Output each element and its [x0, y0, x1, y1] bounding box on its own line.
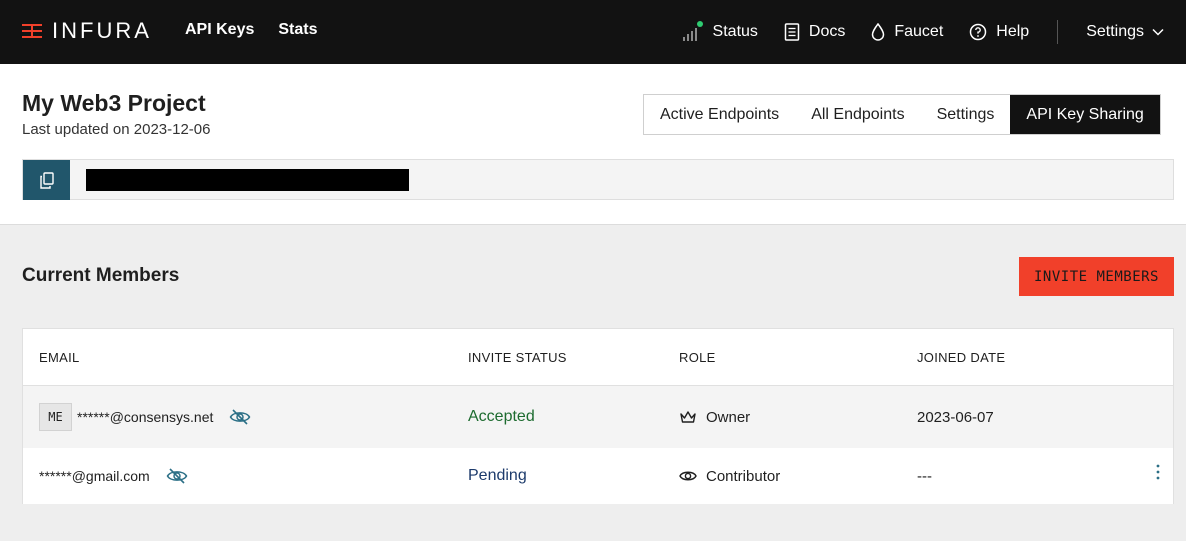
joined-date-cell: 2023-06-07 — [917, 402, 994, 432]
nav-api-keys[interactable]: API Keys — [185, 21, 254, 39]
invite-status-cell: Accepted — [468, 402, 535, 432]
invite-members-button[interactable]: INVITE MEMBERS — [1019, 257, 1174, 296]
role-label: Owner — [706, 408, 751, 426]
secondary-nav: Status Docs Faucet Help Settings — [682, 0, 1186, 64]
settings-dropdown[interactable]: Settings — [1086, 23, 1164, 41]
section-title-members: Current Members — [22, 265, 180, 286]
member-email: ******@consensys.net — [77, 409, 214, 425]
joined-date-cell: --- — [917, 461, 932, 491]
members-table: EMAIL INVITE STATUS ROLE JOINED DATE ME … — [22, 328, 1174, 504]
column-header-email: EMAIL — [39, 350, 80, 365]
tab-api-key-sharing[interactable]: API Key Sharing — [1010, 95, 1160, 134]
api-key-field — [22, 159, 1174, 200]
member-email: ******@gmail.com — [39, 468, 150, 484]
column-header-joined-date: JOINED DATE — [917, 350, 1006, 365]
nav-divider — [1057, 20, 1059, 44]
infura-logo[interactable]: INFURA — [22, 18, 152, 43]
nav-help-label: Help — [996, 23, 1030, 40]
signal-status-icon — [682, 21, 703, 41]
nav-status-label: Status — [712, 23, 758, 40]
nav-help[interactable]: Help — [969, 23, 1029, 41]
nav-docs-label: Docs — [808, 23, 846, 40]
column-header-role: ROLE — [679, 350, 716, 365]
nav-status[interactable]: Status — [682, 21, 758, 43]
last-updated-text: Last updated on 2023-12-06 — [22, 121, 211, 138]
eye-icon — [679, 469, 697, 483]
invite-status-cell: Pending — [468, 461, 527, 491]
column-header-invite-status: INVITE STATUS — [468, 350, 567, 365]
role-cell: Contributor — [679, 461, 780, 491]
document-icon — [784, 23, 800, 41]
project-header: My Web3 Project Last updated on 2023-12-… — [0, 64, 1186, 225]
project-title: My Web3 Project — [22, 90, 206, 116]
nav-faucet-label: Faucet — [894, 23, 944, 40]
infura-logo-icon — [22, 24, 42, 38]
tab-settings[interactable]: Settings — [921, 95, 1011, 134]
joined-date: 2023-06-07 — [917, 408, 994, 426]
table-row: ME ******@consensys.net Accepted Owner 2… — [23, 386, 1173, 448]
project-tabs: Active Endpoints All Endpoints Settings … — [643, 94, 1161, 135]
help-circle-icon — [970, 23, 987, 41]
joined-date: --- — [917, 467, 932, 485]
role-cell: Owner — [679, 402, 750, 432]
copy-icon — [39, 171, 54, 189]
eye-off-icon[interactable] — [166, 467, 188, 485]
me-badge: ME — [39, 403, 72, 431]
top-navigation: INFURA API Keys Stats Status Docs Faucet… — [0, 0, 1186, 64]
nav-stats[interactable]: Stats — [278, 21, 317, 39]
eye-off-icon[interactable] — [229, 408, 251, 426]
table-row: ******@gmail.com Pending Contributor --- — [23, 448, 1173, 504]
tab-active-endpoints[interactable]: Active Endpoints — [644, 95, 795, 134]
tab-all-endpoints[interactable]: All Endpoints — [795, 95, 920, 134]
row-actions-kebab-icon[interactable] — [1156, 464, 1160, 485]
droplet-icon — [872, 23, 885, 41]
crown-icon — [679, 409, 697, 425]
email-cell: ME ******@consensys.net — [39, 402, 251, 432]
email-cell: ******@gmail.com — [39, 461, 188, 491]
settings-dropdown-label: Settings — [1086, 23, 1144, 40]
role-label: Contributor — [706, 467, 781, 485]
status-accepted: Accepted — [468, 408, 535, 425]
chevron-down-icon — [1152, 28, 1164, 36]
api-key-redacted — [86, 169, 409, 191]
primary-nav: API Keys Stats — [185, 21, 318, 39]
nav-faucet[interactable]: Faucet — [871, 23, 943, 41]
nav-docs[interactable]: Docs — [784, 23, 845, 41]
table-header: EMAIL INVITE STATUS ROLE JOINED DATE — [23, 329, 1173, 386]
status-pending: Pending — [468, 467, 527, 484]
copy-api-key-button[interactable] — [23, 160, 70, 200]
brand-name: INFURA — [52, 18, 152, 43]
